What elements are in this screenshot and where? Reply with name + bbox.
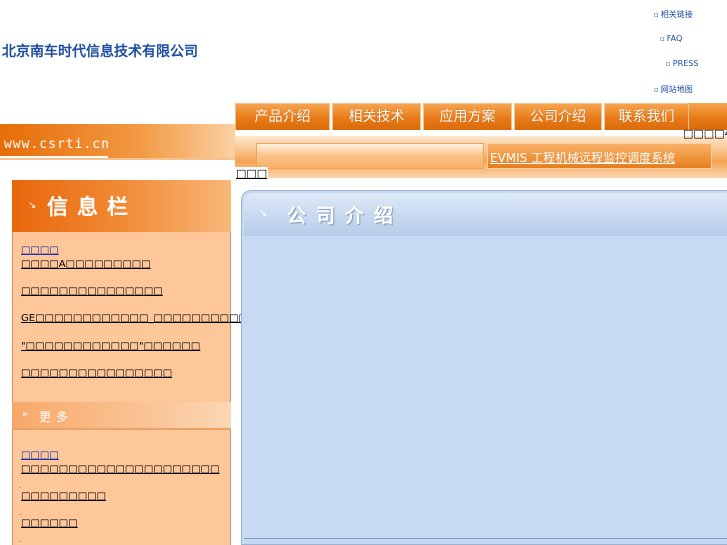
nav-contact[interactable]: 联系我们 — [604, 103, 689, 130]
nav-products[interactable]: 产品介绍 — [235, 103, 330, 130]
separator-dot: . — [19, 483, 21, 490]
nav-technology[interactable]: 相关技术 — [332, 103, 421, 130]
main-nav: 产品介绍 相关技术 应用方案 公司介绍 联系我们 — [235, 103, 691, 130]
separator-dot: . — [19, 510, 21, 517]
double-arrow-icon: » — [22, 409, 29, 420]
news-item[interactable]: "□□□□□□□□□□□□"□□□□□□ — [21, 341, 200, 352]
company-name: 北京南车时代信息技术有限公司 — [2, 44, 198, 60]
link-arrow-icon: ▫ — [654, 11, 659, 19]
info-panel-title: 信息栏 — [47, 195, 137, 219]
main-content-body — [244, 236, 727, 538]
quick-link-press[interactable]: ▫ PRESS — [666, 59, 698, 68]
site-url: www.csrti.cn — [4, 137, 110, 152]
nav-about[interactable]: 公司介绍 — [514, 103, 602, 130]
main-footer-line — [244, 538, 727, 539]
news-item[interactable]: □□□□□□□□□ — [21, 491, 106, 502]
nav-solutions[interactable]: 应用方案 — [423, 103, 512, 130]
banner-title[interactable]: EVMIS 工程机械远程监控调度系统 — [490, 149, 675, 166]
bullet-icon: ↘ — [28, 200, 37, 211]
news-group-label[interactable]: □□□□ — [21, 450, 59, 461]
separator-dot: . — [19, 537, 21, 544]
home-link[interactable]: □□□ — [235, 167, 269, 180]
news-group-label[interactable]: □□□□ — [21, 245, 59, 256]
visitor-counter: □□□□45 — [683, 127, 727, 140]
section-title: 公司介绍 — [287, 205, 404, 227]
news-item[interactable]: □□□□□□ — [21, 518, 78, 529]
quick-link-related[interactable]: ▫ 相关链接 — [654, 9, 693, 20]
news-item[interactable]: □□□□□□□□□□□□□□□□□□□□□ — [21, 464, 219, 475]
more-link[interactable]: 更多 — [39, 408, 73, 425]
link-arrow-icon: ▫ — [666, 60, 671, 68]
news-item[interactable]: □□□□A□□□□□□□□□ — [21, 259, 151, 270]
link-arrow-icon: ▫ — [660, 35, 665, 43]
header-divider — [0, 158, 235, 160]
news-item[interactable]: □□□□□□□□□□□□□□□□ — [21, 368, 172, 379]
news-item[interactable]: GE□□□□□□□□□□□□_□□□□□□□□□□□ — [21, 313, 257, 324]
banner-panel — [256, 143, 484, 169]
news-item[interactable]: □□□□□□□□□□□□□□□ — [21, 286, 163, 297]
link-arrow-icon: ▫ — [654, 86, 659, 94]
quick-links: ▫ 相关链接 ▫ FAQ ▫ PRESS ▫ 网站地图 — [654, 6, 727, 96]
quick-link-faq[interactable]: ▫ FAQ — [660, 34, 682, 43]
bullet-icon: ↘ — [259, 208, 268, 219]
quick-link-sitemap[interactable]: ▫ 网站地图 — [654, 84, 693, 95]
